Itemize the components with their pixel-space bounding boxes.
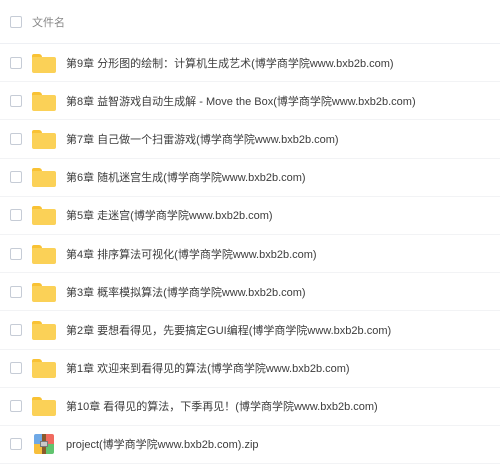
row-checkbox[interactable] xyxy=(10,438,22,451)
folder-icon xyxy=(32,129,56,149)
column-header-filename[interactable]: 文件名 xyxy=(32,14,65,30)
list-item[interactable]: 第10章 看得见的算法，下季再见！(博学商学院www.bxb2b.com) xyxy=(0,388,500,426)
file-name[interactable]: 第9章 分形图的绘制：计算机生成艺术(博学商学院www.bxb2b.com) xyxy=(66,55,394,71)
list-item[interactable]: project(博学商学院www.bxb2b.com).zip xyxy=(0,426,500,465)
list-item[interactable]: 第1章 欢迎来到看得见的算法(博学商学院www.bxb2b.com) xyxy=(0,350,500,388)
row-checkbox[interactable] xyxy=(10,323,22,336)
row-checkbox[interactable] xyxy=(10,132,22,145)
list-item[interactable]: 第2章 要想看得见，先要搞定GUI编程(博学商学院www.bxb2b.com) xyxy=(0,311,500,350)
file-name[interactable]: 第2章 要想看得见，先要搞定GUI编程(博学商学院www.bxb2b.com) xyxy=(66,322,391,338)
list-item[interactable]: 第5章 走迷宫(博学商学院www.bxb2b.com) xyxy=(0,197,500,235)
file-name[interactable]: 第4章 排序算法可视化(博学商学院www.bxb2b.com) xyxy=(66,246,317,262)
list-item[interactable]: 第6章 随机迷宫生成(博学商学院www.bxb2b.com) xyxy=(0,159,500,197)
file-name[interactable]: 第8章 益智游戏自动生成解 - Move the Box(博学商学院www.bx… xyxy=(66,93,416,109)
row-checkbox[interactable] xyxy=(10,94,22,107)
select-all-checkbox[interactable] xyxy=(10,15,22,28)
folder-icon xyxy=(32,91,56,111)
row-checkbox[interactable] xyxy=(10,56,22,69)
list-item[interactable]: 第3章 概率模拟算法(博学商学院www.bxb2b.com) xyxy=(0,273,500,312)
row-checkbox[interactable] xyxy=(10,171,22,184)
file-name[interactable]: 第10章 看得见的算法，下季再见！(博学商学院www.bxb2b.com) xyxy=(66,398,378,414)
file-name[interactable]: 第5章 走迷宫(博学商学院www.bxb2b.com) xyxy=(66,207,273,223)
file-name[interactable]: 第3章 概率模拟算法(博学商学院www.bxb2b.com) xyxy=(66,284,306,300)
file-list-header: 文件名 xyxy=(0,0,500,44)
row-checkbox[interactable] xyxy=(10,285,22,298)
list-item[interactable]: 第9章 分形图的绘制：计算机生成艺术(博学商学院www.bxb2b.com) xyxy=(0,44,500,83)
folder-icon xyxy=(32,53,56,73)
file-name[interactable]: 第1章 欢迎来到看得见的算法(博学商学院www.bxb2b.com) xyxy=(66,360,350,376)
folder-icon xyxy=(32,205,56,226)
row-checkbox[interactable] xyxy=(10,247,22,260)
folder-icon xyxy=(32,282,56,302)
row-checkbox[interactable] xyxy=(10,362,22,375)
zip-archive-icon xyxy=(32,434,56,455)
list-item[interactable]: 第7章 自己做一个扫雷游戏(博学商学院www.bxb2b.com) xyxy=(0,120,500,159)
list-item[interactable]: 第4章 排序算法可视化(博学商学院www.bxb2b.com) xyxy=(0,235,500,274)
folder-icon xyxy=(32,358,56,379)
list-item[interactable]: 第8章 益智游戏自动生成解 - Move the Box(博学商学院www.bx… xyxy=(0,82,500,121)
row-checkbox[interactable] xyxy=(10,400,22,413)
folder-icon xyxy=(32,167,56,188)
folder-icon xyxy=(32,396,56,417)
file-name[interactable]: 第6章 随机迷宫生成(博学商学院www.bxb2b.com) xyxy=(66,169,306,185)
file-list: 第9章 分形图的绘制：计算机生成艺术(博学商学院www.bxb2b.com) 第… xyxy=(0,44,500,465)
folder-icon xyxy=(32,320,56,340)
folder-icon xyxy=(32,244,56,264)
file-name[interactable]: 第7章 自己做一个扫雷游戏(博学商学院www.bxb2b.com) xyxy=(66,131,339,147)
row-checkbox[interactable] xyxy=(10,209,22,222)
file-name[interactable]: project(博学商学院www.bxb2b.com).zip xyxy=(66,436,259,452)
